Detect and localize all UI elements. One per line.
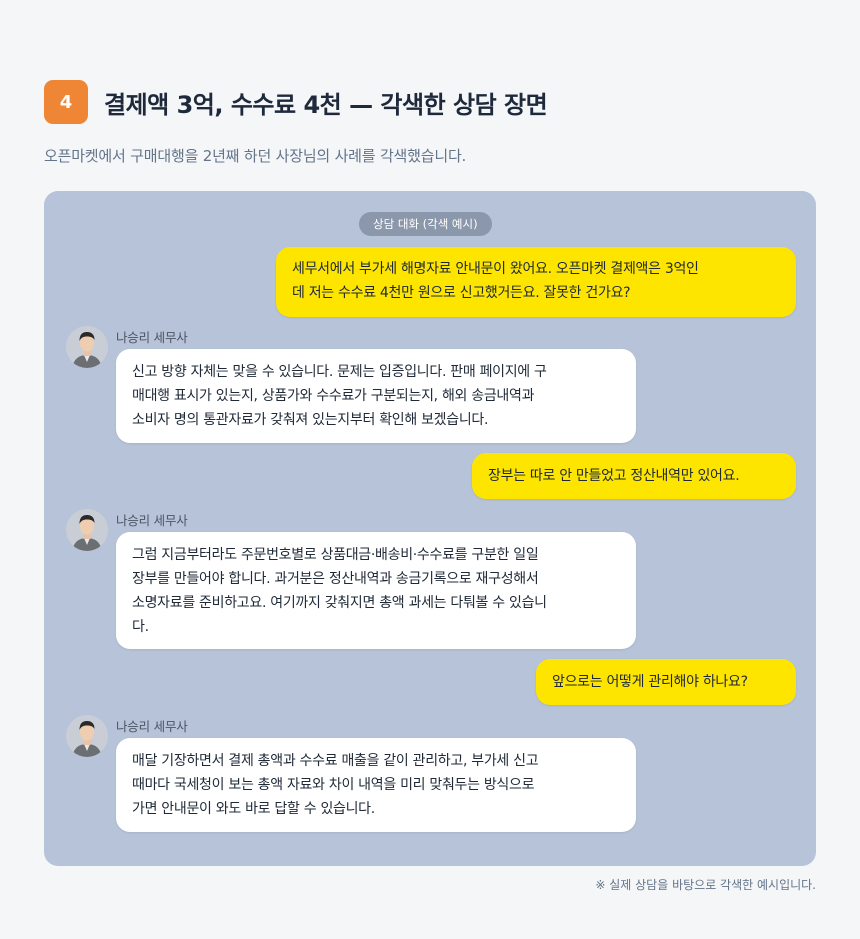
message-line: 세무서에서 부가세 해명자료 안내문이 왔어요. 오픈마켓 결제액은 3억인	[292, 261, 699, 277]
sender-name: 나승리 세무사	[116, 513, 188, 528]
advisor-message-bubble: 신고 방향 자체는 맞을 수 있습니다. 문제는 입증입니다. 판매 페이지에 …	[116, 349, 636, 443]
advisor-avatar-icon	[66, 509, 108, 551]
section-header: 4 결제액 3억, 수수료 4천 — 각색한 상담 장면	[44, 80, 548, 124]
user-message-bubble: 장부는 따로 안 만들었고 정산내역만 있어요.	[472, 453, 796, 499]
message-line: 장부는 따로 안 만들었고 정산내역만 있어요.	[488, 468, 740, 484]
message-line: 매달 기장하면서 결제 총액과 수수료 매출을 같이 관리하고, 부가세 신고	[132, 753, 539, 769]
message-line: 때마다 국세청이 보는 총액 자료와 차이 내역을 미리 맞춰두는 방식으로	[132, 777, 535, 793]
chat-label: 상담 대화 (각색 예시)	[359, 212, 492, 236]
sender-name: 나승리 세무사	[116, 719, 188, 734]
message-line: 장부를 만들어야 합니다. 과거분은 정산내역과 송금기록으로 재구성해서	[132, 571, 539, 587]
chat-panel: 상담 대화 (각색 예시) 세무서에서 부가세 해명자료 안내문이 왔어요. 오…	[44, 191, 816, 866]
advisor-message-bubble: 매달 기장하면서 결제 총액과 수수료 매출을 같이 관리하고, 부가세 신고 …	[116, 738, 636, 832]
message-line: 그럼 지금부터라도 주문번호별로 상품대금·배송비·수수료를 구분한 일일	[132, 547, 539, 563]
message-line: 데 저는 수수료 4천만 원으로 신고했거든요. 잘못한 건가요?	[292, 285, 631, 301]
message-line: 매대행 표시가 있는지, 상품가와 수수료가 구분되는지, 해외 송금내역과	[132, 388, 535, 404]
user-message-bubble: 세무서에서 부가세 해명자료 안내문이 왔어요. 오픈마켓 결제액은 3억인 데…	[276, 247, 796, 317]
section-title: 결제액 3억, 수수료 4천 — 각색한 상담 장면	[104, 90, 548, 119]
footnote: ※ 실제 상담을 바탕으로 각색한 예시입니다.	[595, 878, 816, 892]
user-message-bubble: 앞으로는 어떻게 관리해야 하나요?	[536, 659, 796, 705]
message-line: 소명자료를 준비하고요. 여기까지 갖춰지면 총액 과세는 다퉈볼 수 있습니	[132, 595, 547, 611]
message-line: 소비자 명의 통관자료가 갖춰져 있는지부터 확인해 보겠습니다.	[132, 412, 489, 428]
sender-name: 나승리 세무사	[116, 330, 188, 345]
advisor-message-bubble: 그럼 지금부터라도 주문번호별로 상품대금·배송비·수수료를 구분한 일일 장부…	[116, 532, 636, 649]
message-line: 가면 안내문이 와도 바로 답할 수 있습니다.	[132, 801, 375, 817]
section-description: 오픈마켓에서 구매대행을 2년째 하던 사장님의 사례를 각색했습니다.	[44, 147, 467, 165]
advisor-avatar-icon	[66, 326, 108, 368]
message-line: 신고 방향 자체는 맞을 수 있습니다. 문제는 입증입니다. 판매 페이지에 …	[132, 364, 547, 380]
advisor-avatar-icon	[66, 715, 108, 757]
message-line: 다.	[132, 619, 149, 635]
section-number-badge: 4	[44, 80, 88, 124]
message-line: 앞으로는 어떻게 관리해야 하나요?	[552, 674, 748, 690]
